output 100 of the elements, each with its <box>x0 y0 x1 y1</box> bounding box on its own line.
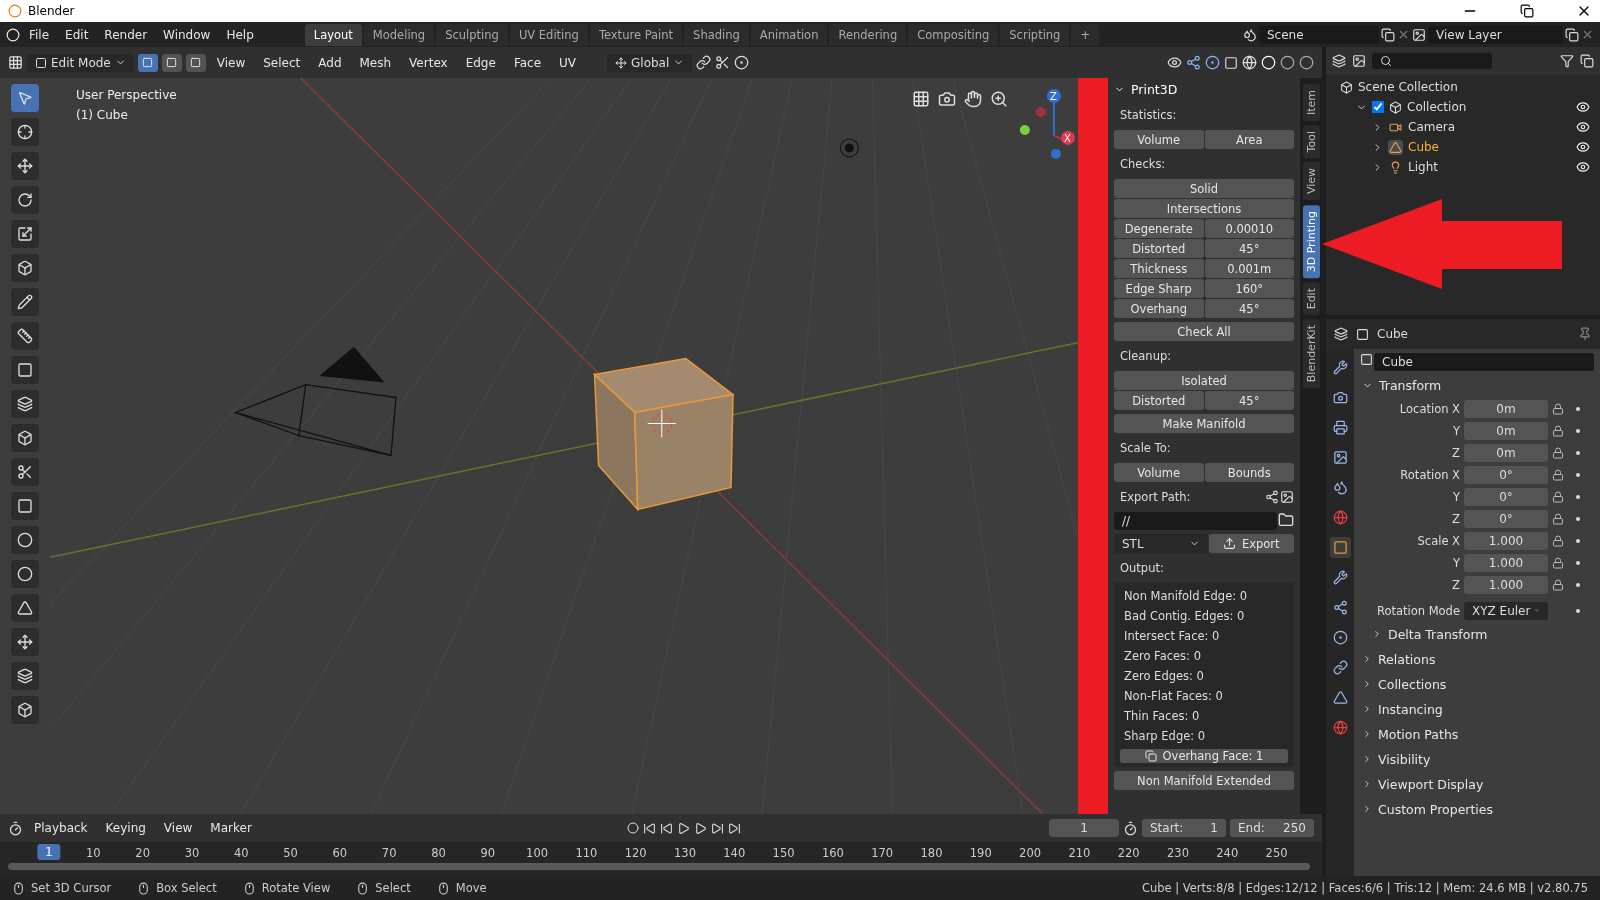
stat-button[interactable]: Volume <box>1114 130 1204 149</box>
play-icon[interactable] <box>694 821 707 835</box>
check-button[interactable]: Edge Sharp <box>1114 279 1204 298</box>
section-title[interactable]: Transform <box>1379 377 1442 393</box>
scene-field[interactable]: Scene <box>1259 25 1379 44</box>
box-tool[interactable] <box>11 424 39 452</box>
expand-icon[interactable] <box>1362 754 1372 764</box>
expand-icon[interactable] <box>1362 779 1372 789</box>
menu-item[interactable]: Edge <box>458 52 503 73</box>
check-button[interactable]: Overhang <box>1114 299 1204 318</box>
value-field[interactable]: 160° <box>1204 279 1294 298</box>
eye-icon[interactable] <box>1576 140 1590 154</box>
menu-item[interactable]: Select <box>256 52 308 73</box>
check-button[interactable]: Thickness <box>1114 259 1204 278</box>
eye-icon[interactable] <box>1576 120 1590 134</box>
menu-item[interactable]: Render <box>97 25 155 44</box>
menu-item[interactable]: Keying <box>98 818 153 838</box>
menu-item[interactable]: UV <box>552 52 583 73</box>
orientation-dropdown[interactable]: Global <box>607 53 693 72</box>
section-title[interactable]: Motion Paths <box>1378 726 1459 742</box>
new-collection-icon[interactable] <box>1580 54 1594 68</box>
crosshair-tool[interactable] <box>11 118 39 146</box>
value-field[interactable]: 1.000 <box>1464 531 1548 550</box>
value-field[interactable]: 0.00010 <box>1204 219 1294 238</box>
menu-item[interactable]: Face <box>506 52 548 73</box>
value-field[interactable]: 0m <box>1464 399 1548 418</box>
record-icon[interactable] <box>627 822 639 834</box>
menu-item[interactable]: View <box>156 818 200 838</box>
rotate-tool[interactable] <box>11 186 39 214</box>
select-mode-toggle[interactable] <box>185 53 206 72</box>
copy-icon[interactable] <box>1381 27 1395 42</box>
keyframe-dot[interactable] <box>1576 516 1580 521</box>
menu-item[interactable]: Help <box>219 25 261 44</box>
lock-icon[interactable] <box>1552 424 1564 437</box>
hand-icon[interactable] <box>964 90 982 108</box>
pin-icon[interactable] <box>1578 327 1592 341</box>
section-title[interactable]: Instancing <box>1378 701 1443 717</box>
menu-item[interactable]: File <box>22 25 57 44</box>
section-title[interactable]: Relations <box>1378 651 1436 667</box>
frame-field[interactable]: 1 <box>1049 819 1119 837</box>
circle-tool[interactable] <box>11 560 39 588</box>
workspace-tab[interactable]: UV Editing <box>509 23 588 46</box>
keyframe-dot[interactable] <box>1576 450 1580 455</box>
copy-icon[interactable] <box>1565 27 1579 42</box>
jump-end-icon[interactable] <box>728 821 741 835</box>
image-icon[interactable] <box>1280 490 1294 504</box>
check-button[interactable]: Distorted <box>1114 391 1204 410</box>
sidebar-tab[interactable]: 3D Printing <box>1302 204 1320 278</box>
workspace-tab[interactable]: Sculpting <box>436 23 508 46</box>
start-field[interactable]: Start: 1 <box>1142 819 1226 837</box>
keyframe-dot[interactable] <box>1576 406 1580 411</box>
check-button[interactable]: Isolated <box>1114 371 1294 390</box>
section-title[interactable]: Delta Transform <box>1388 626 1488 642</box>
layers-tool[interactable] <box>11 662 39 690</box>
frame-marker[interactable]: 1 <box>37 844 61 860</box>
lock-icon[interactable] <box>1552 468 1564 481</box>
stopwatch-icon[interactable] <box>1123 820 1138 836</box>
box-tool[interactable] <box>11 696 39 724</box>
lock-icon[interactable] <box>1552 446 1564 459</box>
sidebar-tab[interactable]: Edit <box>1302 281 1320 316</box>
lock-icon[interactable] <box>1552 512 1564 525</box>
value-field[interactable]: 45° <box>1204 299 1294 318</box>
name-field[interactable]: Cube <box>1374 353 1594 371</box>
value-field[interactable]: 0° <box>1464 465 1548 484</box>
keyframe-dot[interactable] <box>1576 494 1580 499</box>
outliner-item[interactable]: Light <box>1408 160 1571 174</box>
value-field[interactable]: 0° <box>1464 487 1548 506</box>
expand-icon[interactable] <box>1362 654 1372 664</box>
action-button[interactable]: Check All <box>1114 322 1294 341</box>
lock-icon[interactable] <box>1552 578 1564 591</box>
keyframe-dot[interactable] <box>1576 560 1580 565</box>
keyframe-dot[interactable] <box>1576 608 1580 613</box>
pencil-tool[interactable] <box>11 288 39 316</box>
search-field[interactable] <box>1372 53 1492 69</box>
expand-icon[interactable] <box>1362 704 1372 714</box>
zoom-icon[interactable] <box>990 90 1008 108</box>
outliner-item[interactable]: Scene Collection <box>1358 80 1590 94</box>
value-field[interactable]: 1.000 <box>1464 553 1548 572</box>
workspace-tab[interactable]: Rendering <box>829 23 907 46</box>
mode-dropdown[interactable]: Edit Mode <box>27 53 134 72</box>
eye-icon[interactable] <box>1576 100 1590 114</box>
workspace-tab[interactable]: Compositing <box>908 23 999 46</box>
scissors-tool[interactable] <box>11 458 39 486</box>
lock-icon[interactable] <box>1552 534 1564 547</box>
format-dropdown[interactable]: STL <box>1114 534 1208 553</box>
square-tab[interactable] <box>1329 537 1351 558</box>
section-title[interactable]: Visibility <box>1378 751 1431 767</box>
overhang-button[interactable]: Overhang Face: 1 <box>1120 749 1288 763</box>
value-field[interactable]: 45° <box>1204 239 1294 258</box>
check-button[interactable]: Intersections <box>1114 199 1294 218</box>
check-button[interactable]: Distorted <box>1114 239 1204 258</box>
sidebar-tab[interactable]: BlenderKit <box>1302 319 1320 389</box>
jump-start-icon[interactable] <box>643 821 656 835</box>
lock-icon[interactable] <box>1552 402 1564 415</box>
workspace-tab[interactable]: Modeling <box>363 23 435 46</box>
box-tool[interactable] <box>11 254 39 282</box>
keyframe-dot[interactable] <box>1576 472 1580 477</box>
layers-tool[interactable] <box>11 390 39 418</box>
outliner-item[interactable]: Collection <box>1407 100 1571 114</box>
path-field[interactable]: // <box>1114 512 1277 530</box>
